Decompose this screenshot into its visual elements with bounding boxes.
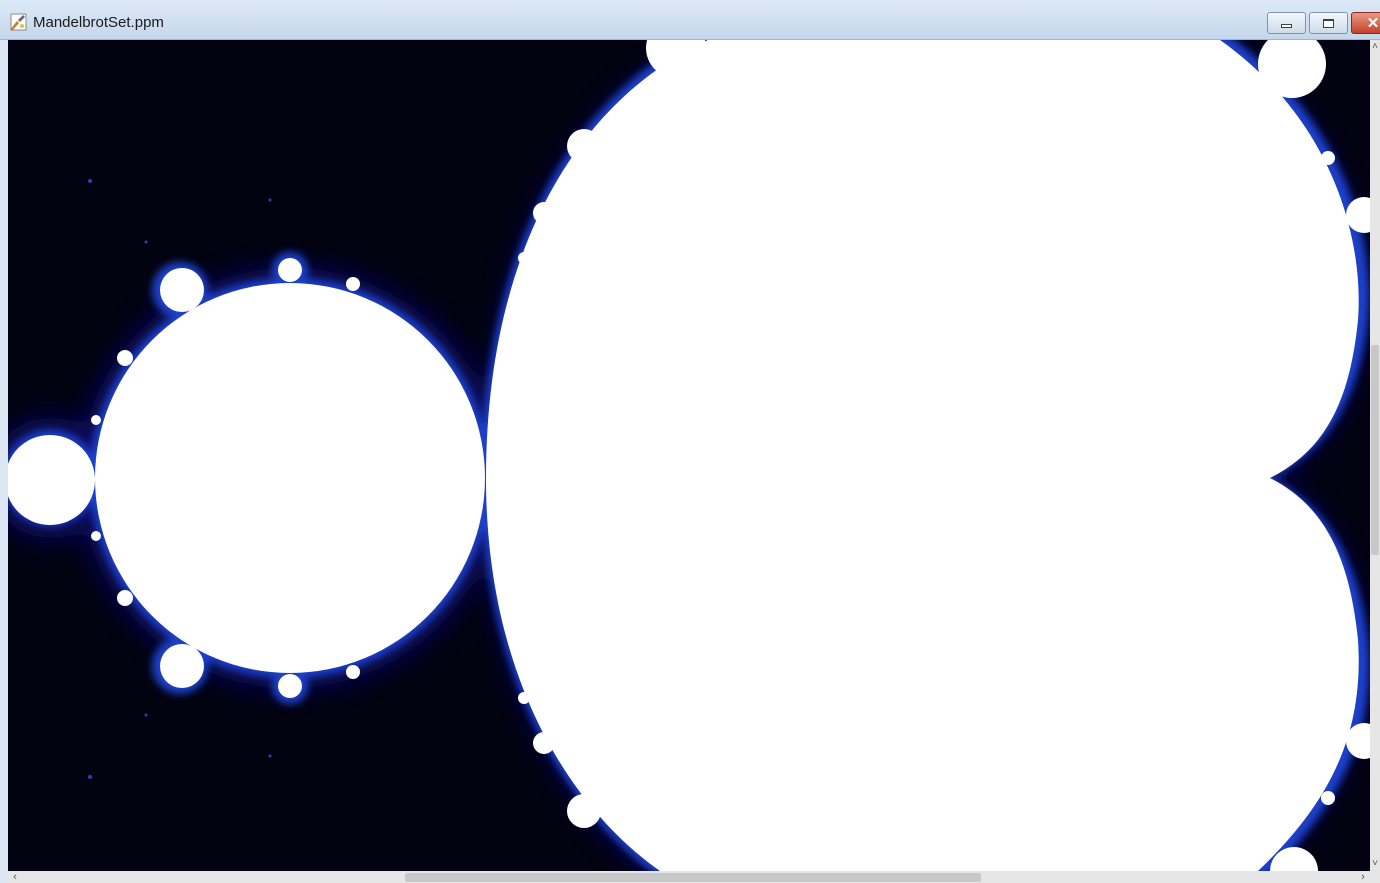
title-bar[interactable]: MandelbrotSet.ppm ✕ xyxy=(0,0,1380,40)
vertical-scrollbar[interactable]: ˄ ˅ xyxy=(1370,40,1380,871)
scrollbar-corner xyxy=(1370,871,1380,883)
close-button[interactable]: ✕ xyxy=(1351,12,1380,34)
maximize-icon xyxy=(1323,18,1334,28)
scroll-left-icon[interactable]: ‹ xyxy=(8,871,22,883)
minimize-button[interactable] xyxy=(1267,12,1306,34)
mandelbrot-image xyxy=(8,40,1370,871)
vertical-scroll-thumb[interactable] xyxy=(1371,345,1379,555)
scroll-right-icon[interactable]: › xyxy=(1356,871,1370,883)
close-icon: ✕ xyxy=(1366,14,1380,32)
maximize-button[interactable] xyxy=(1309,12,1348,34)
horizontal-scroll-thumb[interactable] xyxy=(405,873,981,882)
image-canvas xyxy=(8,40,1370,871)
minimize-icon xyxy=(1281,24,1292,28)
window-title: MandelbrotSet.ppm xyxy=(33,14,164,31)
scroll-down-icon[interactable]: ˅ xyxy=(1370,857,1380,871)
horizontal-scrollbar[interactable]: ‹ › xyxy=(8,871,1370,883)
scroll-up-icon[interactable]: ˄ xyxy=(1370,40,1380,54)
paint-icon xyxy=(10,13,27,31)
